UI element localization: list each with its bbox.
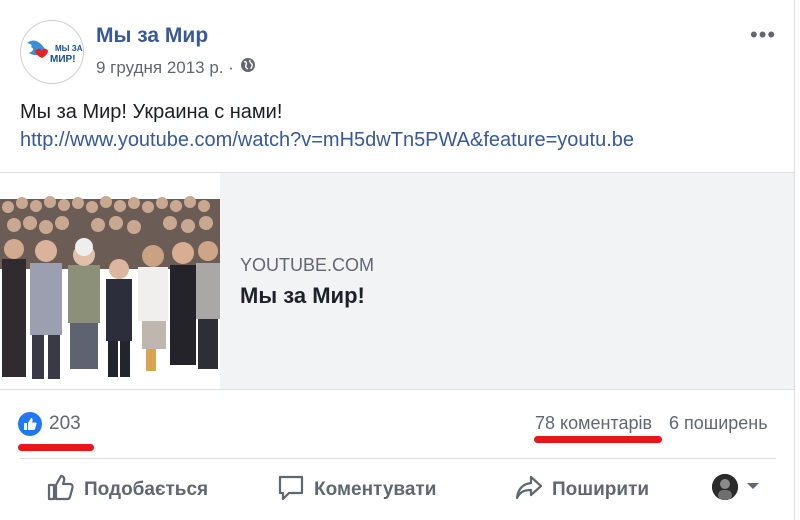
comments-underline-mark (534, 436, 662, 443)
likes-underline-mark (18, 444, 94, 451)
facebook-post: МЫ ЗА МИР! Мы за Мир 9 грудня 2013 р. · … (0, 0, 795, 520)
page-avatar[interactable]: МЫ ЗА МИР! (20, 20, 84, 84)
actions-divider (20, 458, 776, 459)
comment-button-label: Коментувати (314, 479, 437, 500)
share-button-label: Поширити (552, 479, 650, 500)
post-meta: 9 грудня 2013 р. · (96, 57, 256, 78)
preview-thumbnail[interactable] (0, 173, 220, 389)
shares-count-link[interactable]: 6 поширень (669, 413, 768, 434)
preview-domain: YOUTUBE.COM (240, 255, 375, 275)
post-as-selector[interactable] (712, 474, 760, 500)
logo-text-bottom: МИР! (50, 54, 76, 65)
more-options-button[interactable]: ••• (750, 22, 776, 48)
thumbs-up-icon (46, 472, 76, 508)
globe-icon (240, 57, 256, 78)
share-button[interactable]: Поширити (514, 472, 649, 508)
post-message: Мы за Мир! Украина с нами! (20, 101, 283, 123)
like-button[interactable]: Подобається (46, 472, 208, 508)
comments-count-link[interactable]: 78 коментарів (535, 413, 652, 434)
likes-count: 203 (49, 413, 81, 434)
preview-title[interactable]: Мы за Мир! (240, 283, 365, 309)
comment-button[interactable]: Коментувати (276, 472, 436, 508)
user-avatar (712, 474, 738, 500)
post-link[interactable]: http://www.youtube.com/watch?v=mH5dwTn5P… (20, 126, 634, 154)
reaction-summary[interactable]: 203 (18, 412, 81, 436)
crowd-photo (0, 173, 220, 389)
logo-text-top: МЫ ЗА (55, 44, 83, 53)
page-name-link[interactable]: Мы за Мир (96, 24, 208, 48)
like-button-label: Подобається (84, 479, 209, 500)
thumbs-up-icon (18, 412, 42, 436)
share-icon (514, 472, 544, 508)
comment-icon (276, 472, 306, 508)
more-icon: ••• (750, 22, 777, 47)
chevron-down-icon (746, 478, 760, 496)
link-preview-card[interactable]: YOUTUBE.COM Мы за Мир! (0, 172, 794, 390)
post-date[interactable]: 9 грудня 2013 р. · (96, 58, 234, 78)
post-text: Мы за Мир! Украина с нами! http://www.yo… (20, 98, 634, 154)
page-logo: МЫ ЗА МИР! (21, 21, 83, 83)
